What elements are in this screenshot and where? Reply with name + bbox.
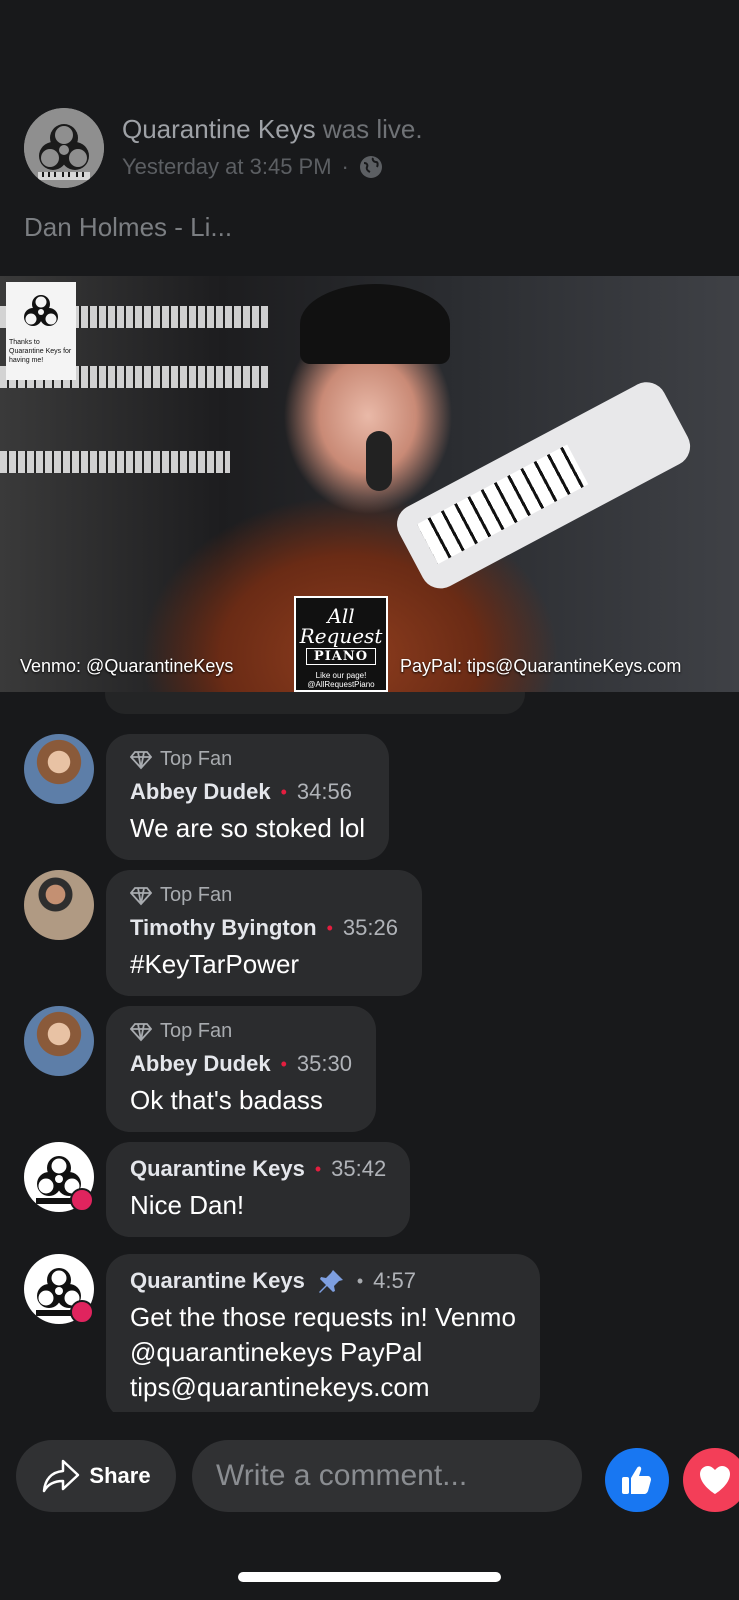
comment-author[interactable]: Abbey Dudek <box>130 779 271 805</box>
comment-bubble[interactable]: Quarantine Keys • 4:57 Get the those req… <box>106 1254 540 1412</box>
diamond-icon <box>130 750 152 769</box>
comment-bubble[interactable]: Quarantine Keys • 35:42 Nice Dan! <box>106 1142 411 1237</box>
live-broadcast-icon <box>70 1188 94 1212</box>
comment-time[interactable]: 35:42 <box>331 1156 386 1182</box>
dot-separator: • <box>314 1158 322 1179</box>
globe-icon <box>359 156 382 178</box>
diamond-icon <box>130 1022 152 1041</box>
live-footer: Share <box>0 1440 739 1516</box>
top-fan-badge: Top Fan <box>130 748 365 771</box>
performer-hat <box>300 284 450 364</box>
comment-author[interactable]: Quarantine Keys <box>130 1156 305 1182</box>
avatar[interactable] <box>24 870 94 940</box>
live-status: was live. <box>322 114 423 144</box>
comment-text: Nice Dan! <box>130 1190 245 1220</box>
comment-text: Get the those requests in! Venmo @quaran… <box>130 1302 516 1402</box>
post-timestamp[interactable]: Yesterday at 3:45 PM <box>122 154 332 180</box>
share-button[interactable]: Share <box>16 1440 176 1512</box>
heart-icon <box>700 1466 730 1494</box>
share-label: Share <box>89 1463 151 1488</box>
page-name[interactable]: Quarantine Keys <box>122 114 316 144</box>
microphone <box>366 431 392 491</box>
post-header: Quarantine Keys was live. Yesterday at 3… <box>24 108 724 192</box>
all-request-piano-logo: All Request PIANO Like our page! @AllRequ… <box>294 596 388 692</box>
overlay-logo-text: Thanks to Quarantine Keys for having me! <box>9 339 72 364</box>
comment-time[interactable]: 35:30 <box>297 1051 352 1077</box>
comment-author[interactable]: Abbey Dudek <box>130 1051 271 1077</box>
comment-bubble[interactable]: Top Fan Abbey Dudek • 35:30 Ok that's ba… <box>106 1006 376 1132</box>
pin-icon <box>318 1270 343 1293</box>
like-reaction-button[interactable] <box>605 1448 669 1512</box>
comment-text: Ok that's badass <box>130 1085 323 1115</box>
comment-bubble[interactable]: Top Fan Timothy Byington • 35:26 #KeyTar… <box>106 870 422 996</box>
comment-time[interactable]: 35:26 <box>343 915 398 941</box>
live-video[interactable]: Thanks to Quarantine Keys for having me!… <box>0 276 739 692</box>
live-comments[interactable]: Top Fan Abbey Dudek • 34:56 We are so st… <box>0 692 739 1412</box>
paypal-caption: PayPal: tips@QuarantineKeys.com <box>400 656 682 676</box>
thumbs-up-icon <box>622 1466 651 1494</box>
keytar <box>390 375 698 596</box>
comment-text: We are so stoked lol <box>130 813 366 843</box>
dot-separator: • <box>326 917 333 938</box>
comment-author[interactable]: Timothy Byington <box>130 915 317 941</box>
biohazard-icon <box>24 295 58 326</box>
venmo-caption: Venmo: @QuarantineKeys <box>20 656 234 676</box>
dot-separator: • <box>280 781 287 802</box>
comment-time[interactable]: 4:57 <box>373 1268 416 1294</box>
home-indicator[interactable] <box>238 1572 501 1582</box>
previous-comment-bubble <box>105 692 525 714</box>
share-icon <box>43 1459 80 1493</box>
comment-text: #KeyTarPower <box>130 949 300 979</box>
dot-separator: • <box>356 1270 364 1291</box>
avatar[interactable] <box>24 1006 94 1076</box>
keyboard-shelf <box>0 451 230 473</box>
post-meta: Yesterday at 3:45 PM · <box>122 154 383 180</box>
top-fan-badge: Top Fan <box>130 1020 352 1043</box>
comment-time[interactable]: 34:56 <box>297 779 352 805</box>
video-overlay-logo: Thanks to Quarantine Keys for having me! <box>6 282 76 380</box>
comment-author[interactable]: Quarantine Keys <box>130 1268 305 1294</box>
dot-separator: • <box>280 1053 287 1074</box>
page-avatar[interactable] <box>24 108 104 188</box>
meta-separator: · <box>341 154 349 179</box>
page-name-line: Quarantine Keys was live. <box>122 114 423 145</box>
love-reaction-button[interactable] <box>683 1448 739 1512</box>
post-title: Dan Holmes - Li... <box>24 212 233 242</box>
biohazard-icon <box>24 108 104 188</box>
live-broadcast-icon <box>70 1300 94 1324</box>
comment-bubble[interactable]: Top Fan Abbey Dudek • 34:56 We are so st… <box>106 734 390 860</box>
avatar[interactable] <box>24 734 94 804</box>
diamond-icon <box>130 886 152 905</box>
top-fan-badge: Top Fan <box>130 884 398 907</box>
comment-input[interactable] <box>192 1440 582 1512</box>
